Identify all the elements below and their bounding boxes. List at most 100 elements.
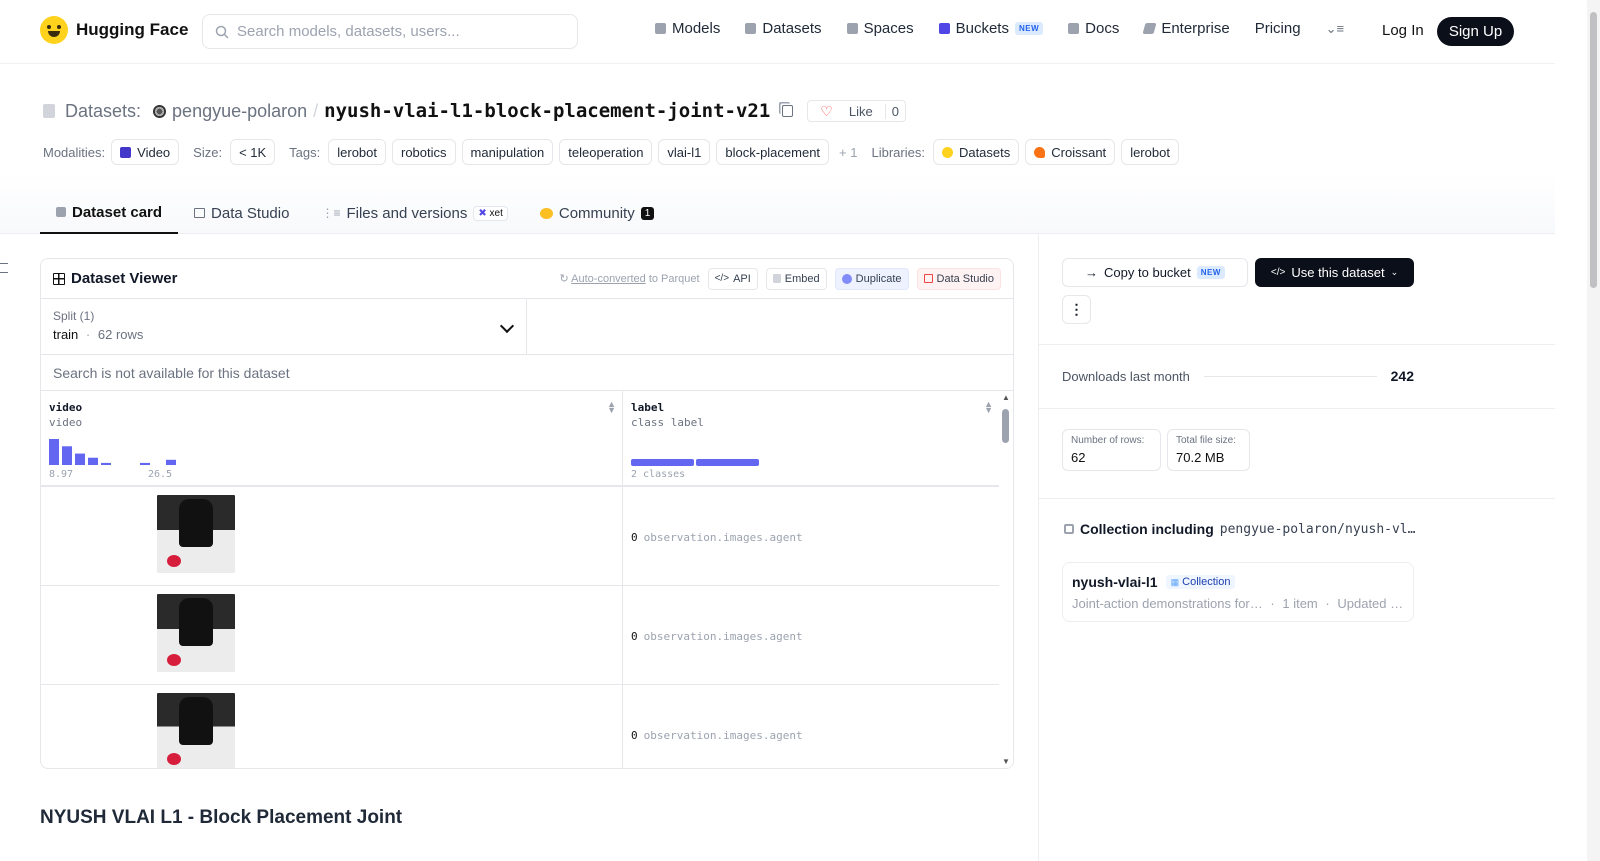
collection-title-row: nyush-vlai-l1 ▦ Collection	[1072, 574, 1404, 590]
table-row[interactable]: 0 observation.images.agent	[41, 586, 999, 685]
toc-toggle-icon[interactable]	[0, 263, 8, 273]
menu-icon: ⌄≡	[1325, 20, 1345, 36]
tag-chip[interactable]: manipulation	[461, 139, 554, 165]
signup-button[interactable]: Sign Up	[1437, 17, 1514, 46]
column-header-video[interactable]: video video 8.97 26.5 ▲ ▼	[41, 391, 623, 487]
brand-name: Hugging Face	[76, 20, 189, 39]
like-button[interactable]: ♡ Like 0	[807, 100, 906, 122]
tag-chip[interactable]: lerobot	[328, 139, 386, 165]
page-scrollbar[interactable]	[1587, 0, 1600, 861]
size-chip[interactable]: < 1K	[230, 139, 276, 165]
chip-label: Video	[137, 144, 171, 160]
downloads-row: Downloads last month 242	[1062, 368, 1414, 384]
table-row[interactable]: 0 observation.images.agent	[41, 487, 999, 586]
nav-datasets[interactable]: Datasets	[745, 20, 822, 37]
community-icon	[539, 207, 553, 219]
table-scroll-thumb[interactable]	[1002, 409, 1009, 443]
histogram-bar[interactable]	[62, 446, 72, 465]
nav-spaces[interactable]: Spaces	[846, 20, 914, 37]
tags-label: Tags:	[289, 144, 321, 160]
kebab-icon: ⋮	[1069, 301, 1084, 317]
nav-enterprise[interactable]: Enterprise	[1142, 20, 1230, 37]
nav-label: Enterprise	[1161, 20, 1230, 37]
embed-button[interactable]: Embed	[765, 267, 827, 290]
grid-icon: ▦	[1170, 577, 1180, 587]
search-input[interactable]	[237, 23, 557, 40]
video-thumbnail[interactable]	[157, 693, 235, 768]
table-scrollbar[interactable]: ▲ ▼	[999, 391, 1013, 768]
sort-icon[interactable]: ▲ ▼	[607, 400, 616, 415]
table-row[interactable]: 0 observation.images.agent	[41, 685, 999, 768]
library-chip-lerobot[interactable]: lerobot	[1121, 139, 1179, 165]
class-bar-segment[interactable]	[696, 459, 759, 466]
tab-community[interactable]: Community 1	[524, 192, 670, 234]
page-scroll-thumb[interactable]	[1590, 12, 1597, 288]
collection-repo: pengyue-polaron/nyush-vl…	[1219, 521, 1416, 537]
histogram-bar[interactable]	[88, 457, 98, 465]
duplicate-button[interactable]: Duplicate	[834, 267, 909, 290]
embed-icon	[772, 274, 781, 283]
histogram-bar[interactable]	[101, 462, 111, 465]
tab-data-studio[interactable]: Data Studio	[178, 192, 305, 234]
data-studio-button[interactable]: Data Studio	[916, 267, 1001, 290]
collection-card[interactable]: nyush-vlai-l1 ▦ Collection Joint-action …	[1062, 562, 1414, 622]
nav-pricing[interactable]: Pricing	[1255, 20, 1301, 37]
split-label: Split (1)	[53, 309, 95, 323]
login-link[interactable]: Log In	[1382, 22, 1424, 39]
video-cell	[41, 487, 623, 586]
column-name: label	[631, 401, 665, 414]
brand-logo[interactable]: Hugging Face	[40, 16, 188, 44]
api-button[interactable]: </> API	[707, 267, 758, 290]
nav-models[interactable]: Models	[655, 20, 720, 37]
split-selector[interactable]: Split (1) train · 62 rows	[41, 299, 527, 354]
library-chip-datasets[interactable]: Datasets	[932, 139, 1020, 165]
robot-figure	[179, 598, 213, 646]
use-dataset-button[interactable]: </> Use this dataset ⌄	[1255, 258, 1414, 287]
tag-chip[interactable]: teleoperation	[559, 139, 653, 165]
tag-chip[interactable]: vlai-l1	[658, 139, 711, 165]
label-cell: 0 observation.images.agent	[631, 630, 803, 643]
tab-files[interactable]: ⋮≡ Files and versions ✖ xet	[305, 192, 523, 234]
sort-icon[interactable]: ▲ ▼	[984, 400, 993, 415]
histogram-bar[interactable]	[49, 439, 59, 465]
divider	[1039, 344, 1555, 345]
collection-updated: Updated …	[1337, 596, 1404, 611]
nav-buckets[interactable]: Buckets NEW	[938, 20, 1044, 37]
copy-icon[interactable]	[782, 105, 794, 117]
red-object	[167, 555, 181, 567]
xet-icon: ✖	[478, 207, 487, 219]
label-cell: 0 observation.images.agent	[631, 531, 803, 544]
repo-type-label[interactable]: Datasets:	[65, 101, 141, 122]
scroll-down-icon[interactable]: ▼	[1002, 757, 1010, 766]
chip-label: Datasets	[958, 144, 1011, 160]
tab-dataset-card[interactable]: Dataset card	[40, 192, 179, 234]
copy-to-bucket-button[interactable]: → Copy to bucket NEW	[1062, 258, 1248, 287]
xet-label: xet	[489, 207, 503, 219]
stat-label: Number of rows:	[1071, 435, 1145, 446]
split-value: train · 62 rows	[53, 327, 144, 342]
more-options-button[interactable]: ⋮	[1062, 295, 1091, 324]
tag-chip[interactable]: robotics	[392, 139, 456, 165]
column-header-label[interactable]: label class label 2 classes ▲ ▼	[623, 391, 999, 487]
histogram-bar[interactable]	[75, 453, 85, 465]
search-box[interactable]	[202, 14, 578, 49]
repo-owner-link[interactable]: pengyue-polaron	[172, 101, 307, 122]
tag-chip[interactable]: block-placement	[716, 139, 830, 165]
nav-docs[interactable]: Docs	[1068, 20, 1119, 37]
histogram-bar[interactable]	[166, 459, 176, 465]
size-label: Size:	[193, 144, 223, 160]
modality-chip[interactable]: Video	[111, 139, 180, 165]
nav-more[interactable]: ⌄≡	[1326, 21, 1344, 37]
histogram-bar[interactable]	[140, 462, 150, 465]
stat-value: 62	[1071, 450, 1086, 465]
auto-converted-link[interactable]: Auto-converted	[571, 273, 646, 285]
repo-name[interactable]: nyush-vlai-l1-block-placement-joint-v21	[324, 100, 770, 122]
library-chip-croissant[interactable]: Croissant	[1025, 139, 1116, 165]
community-count-badge: 1	[640, 206, 655, 220]
scroll-up-icon[interactable]: ▲	[1002, 393, 1010, 402]
class-bar-segment[interactable]	[631, 459, 694, 466]
code-icon: </>	[714, 273, 730, 284]
video-thumbnail[interactable]	[157, 594, 235, 672]
more-tags-link[interactable]: + 1	[839, 145, 857, 160]
video-thumbnail[interactable]	[157, 495, 235, 573]
